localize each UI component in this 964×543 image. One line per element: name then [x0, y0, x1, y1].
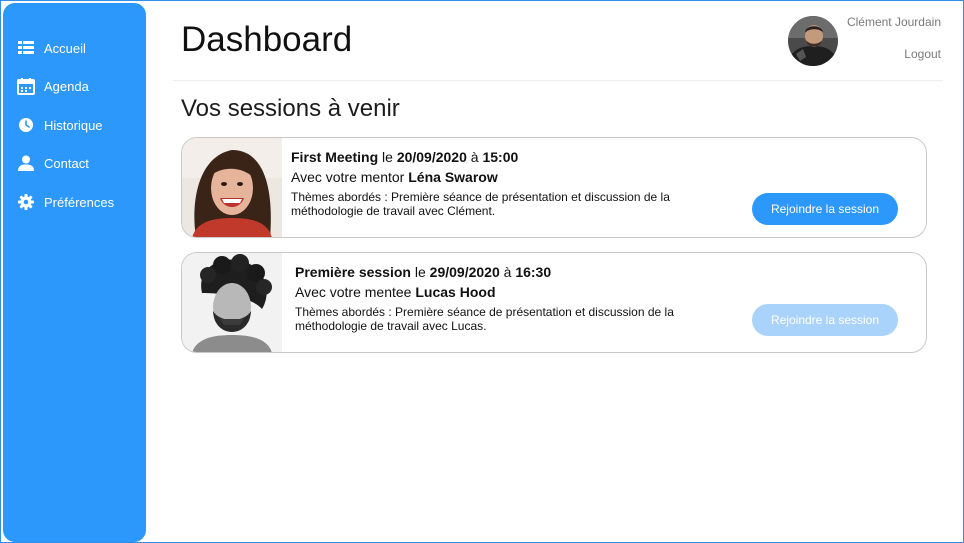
person-name: Lucas Hood: [415, 284, 496, 300]
sidebar-item-label: Historique: [44, 117, 103, 133]
session-title-line: First Meeting le 20/09/2020 à 15:00: [291, 149, 518, 165]
time-prefix: à: [503, 264, 512, 280]
session-person-line: Avec votre mentee Lucas Hood: [295, 284, 496, 300]
user-avatar-image: [788, 16, 838, 66]
mentee-photo: [182, 253, 282, 352]
date-prefix: le: [382, 149, 393, 165]
app-window: Accueil Agenda Historique Contact Préfér…: [0, 0, 964, 543]
join-session-button[interactable]: Rejoindre la session: [752, 304, 898, 336]
time-prefix: à: [470, 149, 479, 165]
sidebar-item-accueil[interactable]: Accueil: [16, 36, 86, 60]
sidebar-item-contact[interactable]: Contact: [16, 151, 89, 175]
session-topics: Thèmes abordés : Première séance de prés…: [291, 190, 670, 218]
sidebar: Accueil Agenda Historique Contact Préfér…: [3, 3, 146, 542]
header-divider: [173, 80, 943, 81]
sidebar-item-label: Préférences: [44, 194, 115, 210]
session-date: 20/09/2020: [396, 149, 467, 165]
role-prefix: Avec votre mentee: [295, 284, 412, 300]
calendar-icon: [16, 76, 36, 96]
avatar[interactable]: [788, 16, 838, 66]
gear-icon: [16, 192, 36, 212]
session-name: First Meeting: [291, 149, 379, 165]
section-title: Vos sessions à venir: [181, 95, 400, 122]
sidebar-item-agenda[interactable]: Agenda: [16, 74, 89, 98]
session-time: 16:30: [515, 264, 552, 280]
role-prefix: Avec votre mentor: [291, 169, 405, 185]
mentor-photo: [182, 138, 282, 237]
sidebar-item-historique[interactable]: Historique: [16, 113, 103, 137]
user-name: Clément Jourdain: [846, 15, 941, 29]
sidebar-item-label: Accueil: [44, 40, 86, 56]
sidebar-item-preferences[interactable]: Préférences: [16, 190, 114, 214]
list-icon: [16, 38, 36, 58]
session-title-line: Première session le 29/09/2020 à 16:30: [295, 264, 551, 280]
session-date: 29/09/2020: [429, 264, 500, 280]
session-name: Première session: [295, 264, 411, 280]
join-session-button[interactable]: Rejoindre la session: [752, 193, 898, 225]
page-title: Dashboard: [181, 20, 353, 59]
session-person-line: Avec votre mentor Léna Swarow: [291, 169, 498, 185]
sidebar-item-label: Agenda: [44, 78, 89, 94]
clock-icon: [16, 115, 36, 135]
session-card: First Meeting le 20/09/2020 à 15:00 Avec…: [181, 137, 927, 238]
date-prefix: le: [414, 264, 426, 280]
session-card: Première session le 29/09/2020 à 16:30 A…: [181, 252, 927, 353]
session-topics: Thèmes abordés : Première séance de prés…: [295, 305, 674, 333]
sidebar-item-label: Contact: [44, 155, 89, 171]
person-name: Léna Swarow: [408, 169, 498, 185]
logout-link[interactable]: Logout: [904, 47, 941, 61]
session-time: 15:00: [482, 149, 519, 165]
person-icon: [16, 153, 36, 173]
